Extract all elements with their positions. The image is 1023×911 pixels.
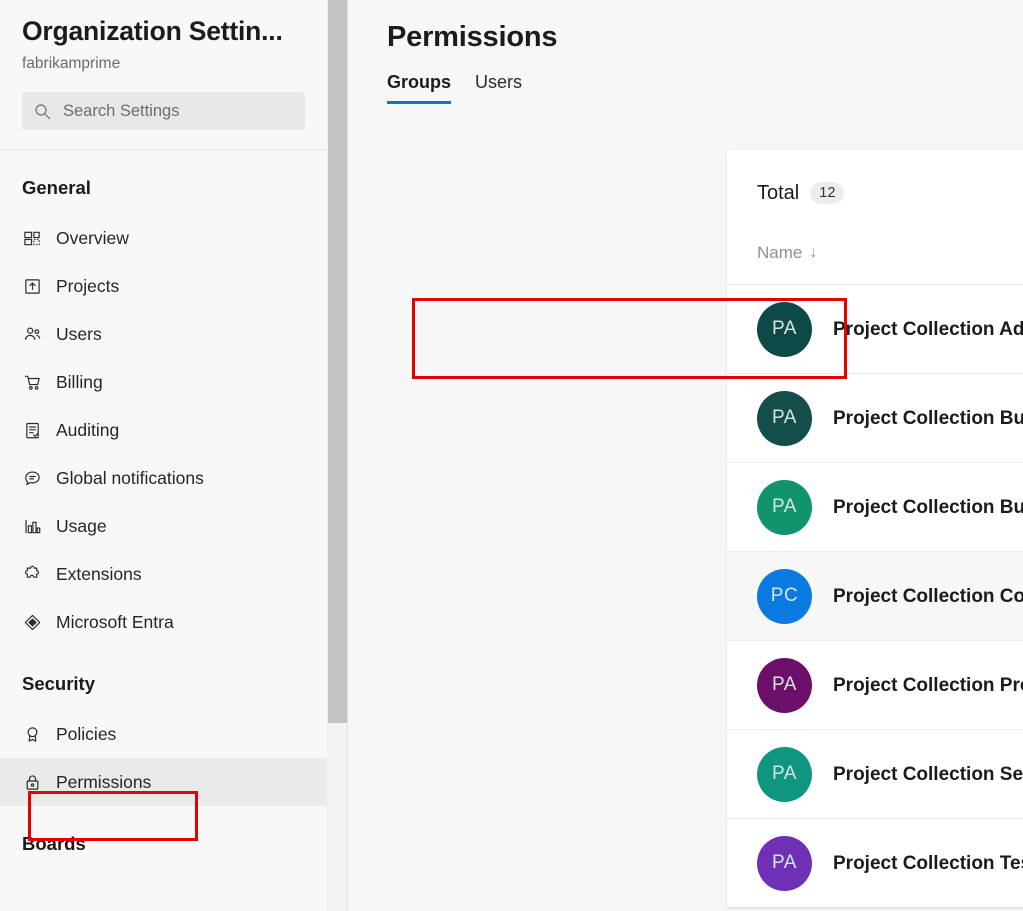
bar-chart-icon	[22, 516, 43, 537]
tab-bar: Groups Users	[387, 70, 1023, 104]
project-box-icon	[22, 276, 43, 297]
table-row[interactable]: PA Project Collection Service Accounts	[727, 729, 1023, 818]
group-name: Project Collection Proxy Service Account…	[833, 674, 1023, 696]
sort-descending-arrow-icon: ↓	[809, 244, 818, 261]
app-root: Organization Settin... fabrikamprime Gen…	[0, 0, 1023, 911]
sidebar-item-label: Overview	[56, 228, 129, 248]
nav-section-security-title: Security	[22, 673, 96, 694]
sidebar-item-users[interactable]: Users	[0, 310, 327, 358]
page-title: Permissions	[387, 21, 558, 53]
shopping-cart-icon	[22, 372, 43, 393]
sidebar-item-label: Extensions	[56, 564, 142, 584]
sidebar-scrollbar-track[interactable]	[327, 0, 348, 911]
nav-section-boards-title: Boards	[22, 833, 86, 854]
avatar: PA	[757, 301, 812, 357]
table-row[interactable]: PA Project Collection Proxy Service Acco…	[727, 640, 1023, 729]
sidebar-nav: General Overview Projects Users Billing …	[0, 150, 327, 896]
ribbon-badge-icon	[22, 724, 43, 745]
table-row[interactable]: PC Project Collection Contributors	[727, 551, 1023, 640]
sidebar-item-auditing[interactable]: Auditing	[0, 406, 327, 454]
group-name: Project Collection Contributors	[833, 585, 1023, 607]
speech-bubble-icon	[22, 468, 43, 489]
lock-icon	[22, 772, 43, 793]
search-input[interactable]	[63, 101, 293, 121]
tab-groups[interactable]: Groups	[387, 70, 452, 104]
sidebar-item-label: Billing	[56, 372, 103, 392]
entra-diamond-icon	[22, 612, 43, 633]
sidebar-item-global-notifications[interactable]: Global notifications	[0, 454, 327, 502]
sidebar-item-billing[interactable]: Billing	[0, 358, 327, 406]
sidebar-item-projects[interactable]: Projects	[0, 262, 327, 310]
sidebar-item-extensions[interactable]: Extensions	[0, 550, 327, 598]
sidebar-item-policies[interactable]: Policies	[0, 710, 327, 758]
table-row[interactable]: PA Project Collection Test Service Accou…	[727, 818, 1023, 907]
sidebar-item-label: Projects	[56, 276, 120, 296]
sidebar-item-usage[interactable]: Usage	[0, 502, 327, 550]
group-name: Project Collection Administrators	[833, 318, 1023, 340]
table-row[interactable]: PA Project Collection Administrators	[727, 284, 1023, 373]
sidebar-item-permissions[interactable]: Permissions	[0, 758, 327, 806]
organization-name: fabrikamprime	[22, 55, 121, 72]
sidebar-item-label: Permissions	[56, 772, 152, 792]
search-settings-container	[22, 92, 305, 130]
table-row[interactable]: PA Project Collection Build Administrato…	[727, 373, 1023, 462]
sidebar-item-label: Microsoft Entra	[56, 612, 174, 632]
tab-users[interactable]: Users	[475, 70, 522, 104]
sidebar: Organization Settin... fabrikamprime Gen…	[0, 0, 348, 911]
groups-card: Total 12 Name ↓ PA Project Collection Ad…	[727, 150, 1023, 907]
group-name: Project Collection Build Administrators	[833, 407, 1023, 429]
dashboard-icon	[22, 228, 43, 249]
avatar: PA	[757, 390, 812, 446]
organization-title: Organization Settin...	[22, 16, 283, 46]
avatar: PA	[757, 746, 812, 802]
main-content: Permissions Groups Users Total 12 Name ↓…	[328, 0, 1023, 911]
sidebar-header: Organization Settin... fabrikamprime	[0, 0, 327, 74]
sidebar-item-label: Usage	[56, 516, 107, 536]
column-header-name[interactable]: Name ↓	[757, 242, 1023, 284]
sidebar-item-label: Users	[56, 324, 102, 344]
avatar: PA	[757, 657, 812, 713]
nav-section-general-title: General	[22, 177, 91, 198]
sidebar-scrollbar-thumb[interactable]	[328, 0, 347, 723]
total-count-badge: 12	[810, 182, 845, 204]
avatar: PA	[757, 479, 812, 535]
table-row[interactable]: PA Project Collection Build Service Acco…	[727, 462, 1023, 551]
sidebar-item-label: Auditing	[56, 420, 120, 440]
avatar: PC	[757, 568, 812, 624]
group-name: Project Collection Test Service Accounts	[833, 852, 1023, 874]
puzzle-piece-icon	[22, 564, 43, 585]
sidebar-item-overview[interactable]: Overview	[0, 214, 327, 262]
people-icon	[22, 324, 43, 345]
sidebar-item-label: Policies	[56, 724, 117, 744]
sidebar-item-label: Global notifications	[56, 468, 204, 488]
column-header-label: Name	[757, 243, 803, 262]
sidebar-item-microsoft-entra[interactable]: Microsoft Entra	[0, 598, 327, 646]
search-icon	[34, 103, 51, 120]
avatar: PA	[757, 835, 812, 891]
clipboard-check-icon	[22, 420, 43, 441]
group-name: Project Collection Service Accounts	[833, 763, 1023, 785]
groups-card-header: Total 12 Name ↓	[727, 150, 1023, 284]
total-label: Total	[757, 182, 800, 204]
total-row: Total 12	[757, 180, 1023, 206]
group-name: Project Collection Build Service Account…	[833, 496, 1023, 518]
search-settings-box[interactable]	[22, 92, 305, 130]
